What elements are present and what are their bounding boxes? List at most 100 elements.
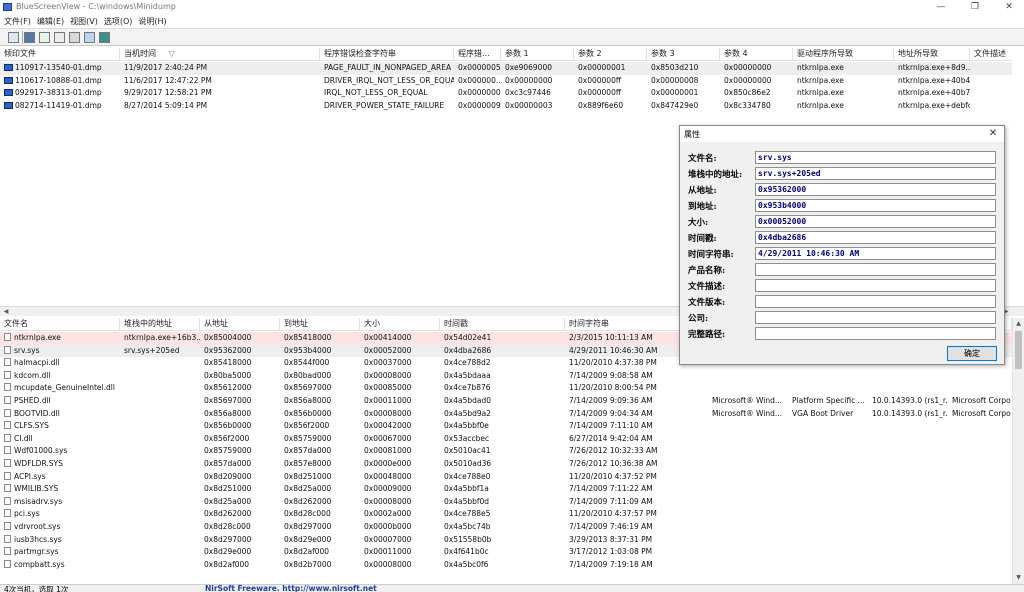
column-header-timestamp[interactable]: 时间戳 xyxy=(440,318,565,331)
column-header-param3[interactable]: 参数 3 xyxy=(647,48,720,61)
cell-text: 092917-38313-01.dmp xyxy=(15,88,102,98)
app-name: BlueScreenView xyxy=(16,2,81,11)
menu-view[interactable]: 视图(V) xyxy=(66,15,100,27)
options-icon[interactable] xyxy=(69,32,80,43)
module-list-scrollbar[interactable]: ▲ ▼ xyxy=(1012,318,1024,584)
cell-text: 0x8d297000 xyxy=(284,522,332,531)
cell-text: 0x00000001 xyxy=(578,63,626,72)
property-value-field[interactable]: 0x4dba2686 xyxy=(755,231,996,244)
module-row[interactable]: mcupdate_GenuineIntel.dll 0x85612000 0x856… xyxy=(0,382,1012,395)
menu-options[interactable]: 选项(O) xyxy=(100,15,135,27)
scroll-thumb[interactable] xyxy=(1015,331,1022,369)
property-value-field[interactable] xyxy=(755,311,996,324)
module-row[interactable]: msisadrv.sys 0x8d25a000 0x8d262000 0x000080… xyxy=(0,496,1012,509)
cell-text: 0x00000000 xyxy=(724,63,772,72)
module-row[interactable]: pci.sys 0x8d262000 0x8d28c000 0x0002a000 0x4… xyxy=(0,508,1012,521)
dialog-title: 属性 xyxy=(684,130,700,139)
maximize-button[interactable]: ❐ xyxy=(960,0,990,14)
module-row[interactable]: BOOTVID.dll 0x856a8000 0x856b0000 0x0000800… xyxy=(0,408,1012,421)
module-row[interactable]: partmgr.sys 0x8d29e000 0x8d2af000 0x0001100… xyxy=(0,546,1012,559)
module-row[interactable]: vdrvroot.sys 0x8d28c000 0x8d297000 0x0000b0… xyxy=(0,521,1012,534)
exit-icon[interactable] xyxy=(99,32,110,43)
module-row[interactable]: WDFLDR.SYS 0x857da000 0x857e8000 0x0000e000… xyxy=(0,458,1012,471)
column-header-bug-check-code[interactable]: 程序错... xyxy=(454,48,501,61)
module-file-icon xyxy=(4,484,11,493)
properties-icon[interactable] xyxy=(8,32,19,43)
column-header-to-address[interactable]: 到地址 xyxy=(280,318,360,331)
module-row[interactable]: ACPI.sys 0x8d209000 0x8d251000 0x00048000 0x… xyxy=(0,471,1012,484)
module-cell xyxy=(120,483,200,495)
menu-edit[interactable]: 编辑(E) xyxy=(33,15,66,27)
module-row[interactable]: CLFS.SYS 0x856b0000 0x856f2000 0x00042000 0x… xyxy=(0,420,1012,433)
column-header-from-address[interactable]: 从地址 xyxy=(200,318,280,331)
scroll-left-icon[interactable]: ◀ xyxy=(1,307,11,316)
ok-button[interactable]: 确定 xyxy=(947,346,997,361)
property-value-field[interactable]: 0x00052000 xyxy=(755,215,996,228)
module-row[interactable]: iusb3hcs.sys 0x8d297000 0x8d29e000 0x000070… xyxy=(0,534,1012,547)
save-icon[interactable] xyxy=(24,32,35,43)
cell-text: 0x8d2b7000 xyxy=(284,559,332,569)
menu-help[interactable]: 说明(H) xyxy=(134,15,168,27)
module-cell xyxy=(948,471,1012,483)
property-value-field[interactable]: 0x95362000 xyxy=(755,183,996,196)
column-header-size[interactable]: 大小 xyxy=(360,318,440,331)
crash-cell xyxy=(970,87,1012,99)
copy-icon[interactable] xyxy=(54,32,65,43)
column-header-caused-by-address[interactable]: 地址所导致 xyxy=(894,48,970,61)
cell-text: Wdf01000.sys xyxy=(14,446,68,456)
column-header-bug-check-string[interactable]: 程序错误检查字符串 xyxy=(320,48,454,61)
refresh-icon[interactable] xyxy=(39,32,50,43)
crash-cell: 0x00000000 xyxy=(720,62,793,74)
column-header-file-description[interactable]: 文件描述 xyxy=(970,48,1012,61)
cell-text: ntkrnlpa.exe xyxy=(797,63,844,72)
module-cell: 0x4a5bc74b xyxy=(440,521,565,533)
column-header-stack-address[interactable]: 堆栈中的地址 xyxy=(120,318,200,331)
column-header-param2[interactable]: 参数 2 xyxy=(574,48,647,61)
crash-cell: 0x00000001 xyxy=(647,87,720,99)
cell-text: 0x80bad000 xyxy=(284,370,332,380)
property-value-field[interactable] xyxy=(755,295,996,308)
module-row[interactable]: CI.dll 0x856f2000 0x85759000 0x00067000 0x53… xyxy=(0,433,1012,446)
scroll-down-icon[interactable]: ▼ xyxy=(1013,572,1024,583)
close-window-button[interactable]: ✕ xyxy=(994,0,1024,14)
property-value-field[interactable]: srv.sys+205ed xyxy=(755,167,996,180)
cell-text: 0x53accbec xyxy=(444,433,490,443)
crash-row[interactable]: 082714-11419-01.dmp 8/27/2014 5:09:14 PM D… xyxy=(0,100,1012,113)
property-value-field[interactable] xyxy=(755,263,996,276)
module-row[interactable]: PSHED.dll 0x85697000 0x856a8000 0x00011000 0… xyxy=(0,395,1012,408)
crash-row[interactable]: 092917-38313-01.dmp 9/29/2017 12:58:21 PM… xyxy=(0,87,1012,100)
cell-text: IRQL_NOT_LESS_OR_EQUAL xyxy=(324,88,428,98)
column-header-caused-by-driver[interactable]: 驱动程序所导致 xyxy=(793,48,894,61)
module-row[interactable]: Wdf01000.sys 0x85759000 0x857da000 0x000810… xyxy=(0,445,1012,458)
nirsoft-link[interactable]: NirSoft Freeware. http://www.nirsoft.net xyxy=(205,585,377,592)
module-row[interactable]: compbatt.sys 0x8d2af000 0x8d2b7000 0x000080… xyxy=(0,559,1012,572)
cell-text: 11/20/2010 4:37:57 PM xyxy=(569,509,657,519)
module-cell xyxy=(948,521,1012,533)
column-header-dump-file[interactable]: 倾印文件 xyxy=(0,48,120,61)
property-value-field[interactable]: 0x953b4000 xyxy=(755,199,996,212)
module-cell: 0x857da000 xyxy=(200,458,280,470)
property-value-field[interactable] xyxy=(755,327,996,340)
module-cell: 0x856a8000 xyxy=(200,408,280,420)
column-header-crash-time[interactable]: 当机时间 ▽ xyxy=(120,48,320,61)
column-header-param4[interactable]: 参数 4 xyxy=(720,48,793,61)
module-row[interactable]: WMILIB.SYS 0x8d251000 0x8d25a000 0x00009000… xyxy=(0,483,1012,496)
minimize-button[interactable]: — xyxy=(926,0,956,14)
property-value-field[interactable] xyxy=(755,279,996,292)
module-row[interactable]: kdcom.dll 0x80ba5000 0x80bad000 0x00008000 0… xyxy=(0,370,1012,383)
column-header-param1[interactable]: 参数 1 xyxy=(501,48,574,61)
menu-file[interactable]: 文件(F) xyxy=(0,15,33,27)
cell-text: 0x00037000 xyxy=(364,358,412,368)
scroll-up-icon[interactable]: ▲ xyxy=(1013,318,1024,329)
cell-text: 7/26/2012 10:32:33 AM xyxy=(569,446,658,456)
find-icon[interactable] xyxy=(84,32,95,43)
property-value-field[interactable]: 4/29/2011 10:46:30 AM xyxy=(755,247,996,260)
dialog-close-icon[interactable]: ✕ xyxy=(985,126,1001,142)
crash-row[interactable]: 110617-10888-01.dmp 11/6/2017 12:47:22 PM… xyxy=(0,75,1012,88)
module-cell xyxy=(788,534,868,546)
crash-row[interactable]: 110917-13540-01.dmp 11/9/2017 2:40:24 PM P… xyxy=(0,62,1012,75)
crash-cell xyxy=(970,62,1012,74)
property-value-field[interactable]: srv.sys xyxy=(755,151,996,164)
column-header-filename[interactable]: 文件名 xyxy=(0,318,120,331)
cell-text: 0x85697000 xyxy=(204,396,252,405)
